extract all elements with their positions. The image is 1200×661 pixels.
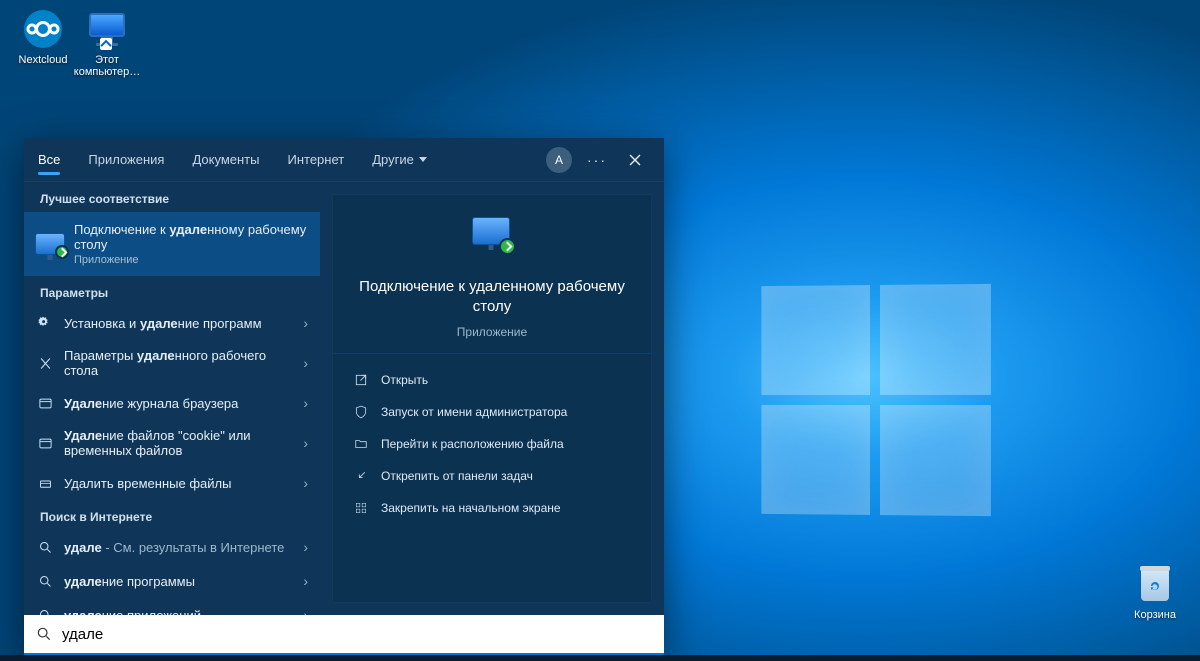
- chevron-right-icon: ›: [303, 355, 308, 371]
- search-icon: [36, 606, 54, 615]
- tab-apps[interactable]: Приложения: [74, 138, 178, 181]
- action-label: Закрепить на начальном экране: [381, 501, 561, 515]
- unpin-icon: [353, 468, 369, 484]
- broom-icon: [36, 474, 54, 492]
- preview-pane: Подключение к удаленному рабочему столу …: [320, 182, 664, 615]
- search-box[interactable]: [24, 615, 664, 655]
- search-icon: [36, 538, 54, 556]
- action-run-admin[interactable]: Запуск от имени администратора: [347, 396, 637, 428]
- section-best-match: Лучшее соответствие: [24, 182, 320, 212]
- settings-item[interactable]: Удалить временные файлы ›: [24, 466, 320, 500]
- computer-icon: [86, 8, 128, 50]
- result-text: Параметры удаленного рабочего стола: [64, 348, 293, 378]
- result-text: удале - См. результаты в Интернете: [64, 540, 284, 555]
- action-open-location[interactable]: Перейти к расположению файла: [347, 428, 637, 460]
- tab-all[interactable]: Все: [24, 138, 74, 181]
- rdp-icon: [36, 230, 64, 258]
- result-text: удаление программы: [64, 574, 195, 589]
- desktop-icon-nextcloud[interactable]: Nextcloud: [8, 6, 78, 66]
- best-match-item[interactable]: Подключение к удаленному рабочему столу …: [24, 212, 320, 276]
- close-button[interactable]: [618, 144, 652, 176]
- chevron-down-icon: [419, 157, 427, 163]
- action-label: Открепить от панели задач: [381, 469, 533, 483]
- preview-subtitle: Приложение: [351, 325, 633, 339]
- settings-item[interactable]: Удаление файлов "cookie" или временных ф…: [24, 420, 320, 466]
- more-button[interactable]: ···: [580, 144, 614, 176]
- chevron-right-icon: ›: [303, 573, 308, 589]
- desktop-icon-recycle-bin[interactable]: Корзина: [1120, 566, 1190, 621]
- search-input[interactable]: [62, 626, 654, 643]
- close-icon: [629, 154, 641, 166]
- pin-icon: [353, 500, 369, 516]
- gear-icon: [36, 314, 54, 332]
- shield-icon: [353, 404, 369, 420]
- avatar: A: [546, 147, 572, 173]
- chevron-right-icon: ›: [303, 539, 308, 555]
- preview-rdp-icon: [471, 217, 513, 259]
- recycle-bin-icon: [1137, 566, 1173, 606]
- ellipsis-icon: ···: [587, 152, 607, 168]
- tab-documents[interactable]: Документы: [178, 138, 273, 181]
- settings-item[interactable]: Установка и удаление программ ›: [24, 306, 320, 340]
- result-text: Удалить временные файлы: [64, 476, 231, 491]
- chevron-right-icon: ›: [303, 607, 308, 615]
- action-label: Запуск от имени администратора: [381, 405, 567, 419]
- remote-icon: [36, 354, 54, 372]
- tab-other[interactable]: Другие: [358, 138, 441, 181]
- windows-logo: [761, 284, 990, 516]
- preview-title: Подключение к удаленному рабочему столу: [351, 277, 633, 317]
- chevron-right-icon: ›: [303, 315, 308, 331]
- desktop-icon-label: Nextcloud: [8, 54, 78, 66]
- result-text: удаление приложений: [64, 608, 201, 616]
- action-unpin-taskbar[interactable]: Открепить от панели задач: [347, 460, 637, 492]
- desktop-icon-label: Корзина: [1120, 609, 1190, 621]
- search-icon: [36, 626, 52, 642]
- search-panel: Все Приложения Документы Интернет Другие…: [24, 138, 664, 655]
- action-open[interactable]: Открыть: [347, 364, 637, 396]
- chevron-right-icon: ›: [303, 395, 308, 411]
- search-icon: [36, 572, 54, 590]
- tab-internet[interactable]: Интернет: [273, 138, 358, 181]
- chevron-right-icon: ›: [303, 435, 308, 451]
- nextcloud-icon: [22, 8, 64, 50]
- web-item[interactable]: удаление приложений ›: [24, 598, 320, 615]
- settings-item[interactable]: Удаление журнала браузера ›: [24, 386, 320, 420]
- tab-other-label: Другие: [372, 152, 414, 167]
- section-web: Поиск в Интернете: [24, 500, 320, 530]
- result-text: Удаление файлов "cookie" или временных ф…: [64, 428, 293, 458]
- result-text: Установка и удаление программ: [64, 316, 262, 331]
- open-icon: [353, 372, 369, 388]
- action-pin-start[interactable]: Закрепить на начальном экране: [347, 492, 637, 524]
- result-text: Удаление журнала браузера: [64, 396, 238, 411]
- best-match-subtitle: Приложение: [74, 254, 308, 266]
- desktop-icon-label: Этот компьютер…: [72, 54, 142, 78]
- web-item[interactable]: удаление программы ›: [24, 564, 320, 598]
- account-button[interactable]: A: [542, 144, 576, 176]
- action-label: Открыть: [381, 373, 428, 387]
- web-item[interactable]: удале - См. результаты в Интернете ›: [24, 530, 320, 564]
- folder-icon: [353, 436, 369, 452]
- search-panel-header: Все Приложения Документы Интернет Другие…: [24, 138, 664, 182]
- taskbar[interactable]: [0, 655, 1200, 661]
- history-icon: [36, 394, 54, 412]
- best-match-title: Подключение к удаленному рабочему столу: [74, 222, 308, 252]
- desktop-icon-computer[interactable]: Этот компьютер…: [72, 6, 142, 78]
- settings-item[interactable]: Параметры удаленного рабочего стола ›: [24, 340, 320, 386]
- section-settings: Параметры: [24, 276, 320, 306]
- cookie-icon: [36, 434, 54, 452]
- chevron-right-icon: ›: [303, 475, 308, 491]
- action-label: Перейти к расположению файла: [381, 437, 564, 451]
- results-column: Лучшее соответствие Подключение к удален…: [24, 182, 320, 615]
